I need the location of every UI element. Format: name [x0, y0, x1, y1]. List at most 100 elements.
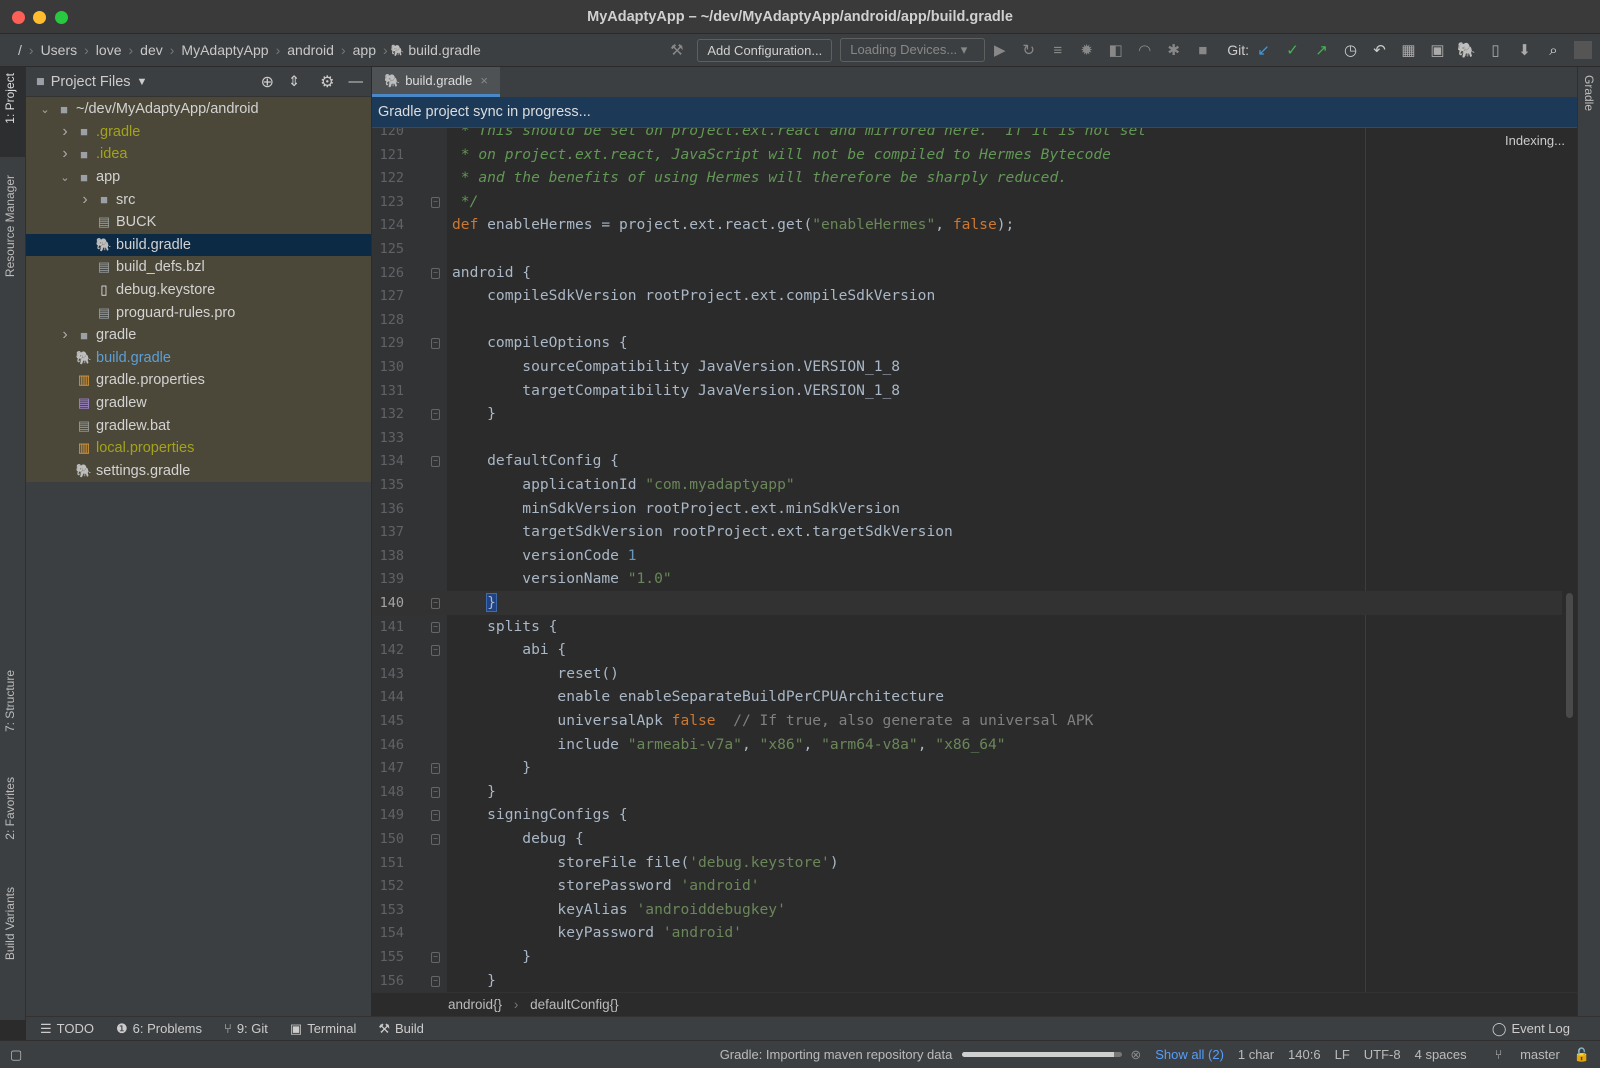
code-line[interactable]: 153 keyAlias 'androiddebugkey'	[372, 898, 1562, 922]
lock-icon[interactable]: 🔓	[1574, 1047, 1590, 1063]
code-line[interactable]: 141 − splits {	[372, 615, 1562, 639]
apply-code-changes-icon[interactable]: ≡	[1043, 42, 1072, 59]
tree-item[interactable]: ⌄ ■ app	[26, 166, 371, 189]
git-update-icon[interactable]: ↙	[1249, 41, 1278, 59]
code-line[interactable]: 124 def enableHermes = project.ext.react.…	[372, 213, 1562, 237]
chevron-right-icon[interactable]: ›	[56, 326, 74, 344]
tree-item[interactable]: ▤ build_defs.bzl	[26, 256, 371, 279]
tree-item[interactable]: 🐘 build.gradle	[26, 233, 371, 257]
chevron-right-icon[interactable]: ›	[56, 145, 74, 163]
git-history-icon[interactable]: ◷	[1336, 41, 1365, 59]
breadcrumb-item[interactable]: /	[14, 42, 26, 58]
minimize-window-button[interactable]	[33, 11, 46, 24]
tree-item[interactable]: › ■ src	[26, 188, 371, 211]
event-log-button[interactable]: ◯ Event Log	[1492, 1021, 1570, 1037]
hide-panel-icon[interactable]: —	[349, 74, 364, 90]
code-line[interactable]: 121 * on project.ext.react, JavaScript w…	[372, 143, 1562, 167]
project-view-selector[interactable]: Project Files	[51, 74, 131, 90]
code-line[interactable]: 126 − android {	[372, 261, 1562, 285]
tree-item[interactable]: ▤ gradlew.bat	[26, 414, 371, 437]
tree-item[interactable]: ⌄ ■ ~/dev/MyAdaptyApp/android	[26, 98, 371, 121]
code-line[interactable]: 142 − abi {	[372, 638, 1562, 662]
code-line[interactable]: 138 versionCode 1	[372, 544, 1562, 568]
chevron-down-icon[interactable]: ▼	[137, 76, 148, 88]
project-structure-icon[interactable]: ▦	[1394, 41, 1423, 59]
collapse-all-icon[interactable]: ⇕	[288, 74, 300, 90]
breadcrumb-item[interactable]: love	[92, 42, 126, 58]
search-icon[interactable]: ⌕	[1539, 42, 1568, 59]
coverage-icon[interactable]: ◧	[1101, 41, 1130, 59]
locate-file-icon[interactable]: ⊕	[261, 72, 274, 92]
code-line[interactable]: 120 * This should be set on project.ext.…	[372, 128, 1562, 143]
git-branch-widget[interactable]: ⑂ master	[1481, 1047, 1560, 1062]
code-line[interactable]: 145 universalApk false // If true, also …	[372, 709, 1562, 733]
run-icon[interactable]: ▶	[985, 41, 1014, 59]
line-separator[interactable]: LF	[1335, 1047, 1350, 1062]
code-line[interactable]: 133	[372, 426, 1562, 450]
fold-marker-icon[interactable]: −	[431, 456, 440, 468]
tree-item[interactable]: › ■ .gradle	[26, 121, 371, 144]
file-encoding[interactable]: UTF-8	[1364, 1047, 1401, 1062]
fold-marker-icon[interactable]: −	[431, 975, 440, 987]
tree-item[interactable]: › ■ .idea	[26, 143, 371, 166]
account-icon[interactable]	[1574, 41, 1592, 59]
tree-item[interactable]: 🐘 build.gradle	[26, 347, 371, 370]
tree-item[interactable]: ▥ gradle.properties	[26, 369, 371, 392]
fold-marker-icon[interactable]: −	[431, 409, 440, 421]
fold-marker-icon[interactable]: −	[431, 834, 440, 845]
code-line[interactable]: 132 − }	[372, 402, 1562, 426]
todo-tool-button[interactable]: ☰ TODO	[40, 1021, 94, 1037]
code-line[interactable]: 128	[372, 308, 1562, 332]
fold-marker-icon[interactable]: −	[431, 810, 440, 822]
fold-marker-icon[interactable]: −	[431, 196, 440, 208]
favorites-tool-label[interactable]: 2: Favorites	[3, 777, 17, 840]
code-line[interactable]: 150 − debug {	[372, 827, 1562, 851]
code-line[interactable]: 130 sourceCompatibility JavaVersion.VERS…	[372, 355, 1562, 379]
device-selector[interactable]: Loading Devices... ▾	[840, 38, 986, 62]
breadcrumb-item[interactable]: app	[349, 42, 380, 58]
fold-marker-icon[interactable]: −	[431, 645, 440, 657]
gradle-tool-label[interactable]: Gradle	[1582, 75, 1596, 111]
close-window-button[interactable]	[12, 11, 25, 24]
code-line[interactable]: 149 − signingConfigs {	[372, 803, 1562, 827]
git-tool-button[interactable]: ⑂ 9: Git	[224, 1021, 268, 1036]
code-line[interactable]: 140 − }	[372, 591, 1562, 615]
tree-item[interactable]: ▥ local.properties	[26, 437, 371, 460]
stop-icon[interactable]: ■	[1188, 42, 1217, 59]
project-tool-label[interactable]: 1: Project	[3, 73, 17, 124]
code-line[interactable]: 129 − compileOptions {	[372, 331, 1562, 355]
build-variants-tool-label[interactable]: Build Variants	[3, 887, 17, 960]
sdk-manager-icon[interactable]: ⬇	[1510, 41, 1539, 59]
code-line[interactable]: 127 compileSdkVersion rootProject.ext.co…	[372, 284, 1562, 308]
build-tool-button[interactable]: ⚒ Build	[378, 1021, 424, 1037]
chevron-down-icon[interactable]: ⌄	[56, 171, 74, 184]
code-line[interactable]: 122 * and the benefits of using Hermes w…	[372, 166, 1562, 190]
code-line[interactable]: 131 targetCompatibility JavaVersion.VERS…	[372, 379, 1562, 403]
tab-build-gradle[interactable]: 🐘 build.gradle ×	[372, 67, 500, 97]
code-line[interactable]: 136 minSdkVersion rootProject.ext.minSdk…	[372, 497, 1562, 521]
vertical-scrollbar[interactable]	[1566, 593, 1573, 718]
maximize-window-button[interactable]	[55, 11, 68, 24]
gear-icon[interactable]: ⚙	[320, 72, 334, 92]
tree-item[interactable]: ▯ debug.keystore	[26, 279, 371, 302]
code-line[interactable]: 147 − }	[372, 756, 1562, 780]
code-line[interactable]: 146 include "armeabi-v7a", "x86", "arm64…	[372, 733, 1562, 757]
fold-marker-icon[interactable]: −	[431, 786, 440, 798]
attach-debugger-icon[interactable]: ✱	[1159, 41, 1188, 59]
code-line[interactable]: 151 storeFile file('debug.keystore')	[372, 851, 1562, 875]
tree-item[interactable]: ▤ BUCK	[26, 211, 371, 234]
breadcrumb-item[interactable]: defaultConfig{}	[530, 997, 619, 1012]
git-push-icon[interactable]: ↗	[1307, 41, 1336, 59]
git-commit-icon[interactable]: ✓	[1278, 41, 1307, 59]
code-line[interactable]: 156 − }	[372, 969, 1562, 992]
chevron-down-icon[interactable]: ⌄	[36, 103, 54, 116]
code-line[interactable]: 125	[372, 237, 1562, 261]
breadcrumb-item[interactable]: build.gradle	[404, 42, 484, 58]
debug-icon[interactable]: ✹	[1072, 41, 1101, 59]
tree-item[interactable]: 🐘 settings.gradle	[26, 460, 371, 483]
fold-marker-icon[interactable]: −	[431, 338, 440, 350]
code-line[interactable]: 134 − defaultConfig {	[372, 449, 1562, 473]
terminal-tool-button[interactable]: ▣ Terminal	[290, 1021, 356, 1037]
fold-marker-icon[interactable]: −	[431, 267, 440, 279]
apply-changes-icon[interactable]: ↻	[1014, 41, 1043, 59]
